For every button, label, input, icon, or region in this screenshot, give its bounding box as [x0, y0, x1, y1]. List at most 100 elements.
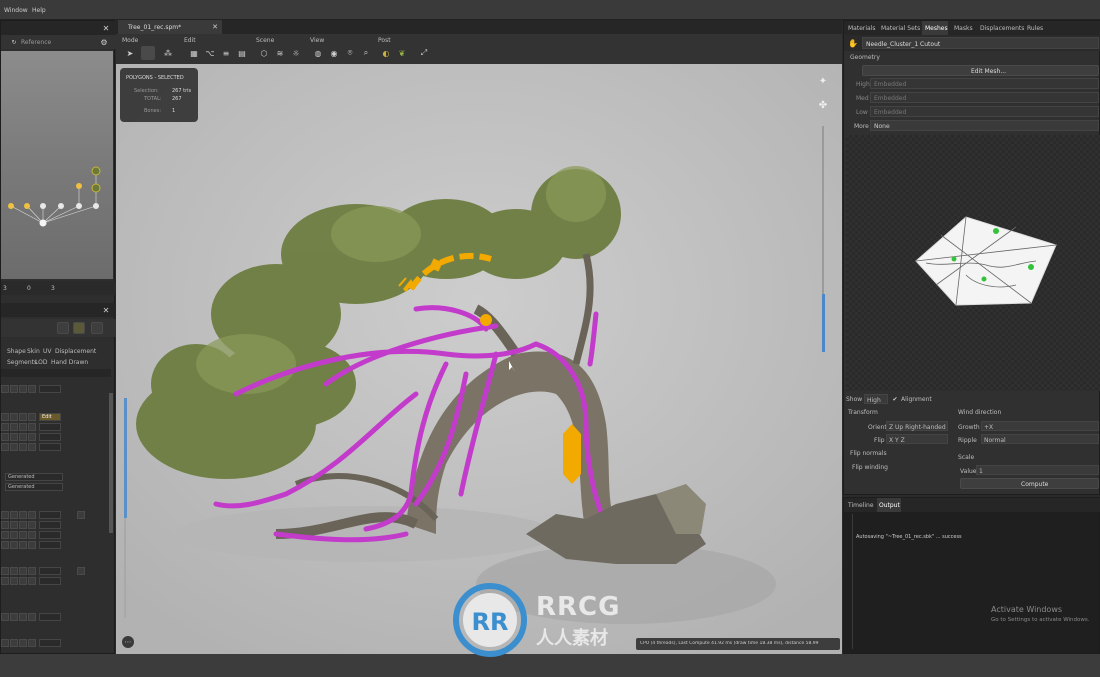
prop-cell[interactable]: [77, 567, 85, 575]
select-arrow-icon[interactable]: ➤: [124, 47, 136, 59]
material-icon[interactable]: ◐: [380, 47, 392, 59]
close-icon[interactable]: ✕: [210, 22, 220, 32]
prop-value[interactable]: [39, 531, 61, 539]
prop-value[interactable]: [39, 541, 61, 549]
orient-select[interactable]: Z Up Right-handed: [886, 421, 948, 431]
expand-icon[interactable]: ⤢: [418, 47, 430, 59]
prop-cell[interactable]: [1, 423, 9, 431]
prop-cell[interactable]: [28, 433, 36, 441]
prop-cell[interactable]: [10, 521, 18, 529]
tab-material-sets[interactable]: Material Sets: [881, 25, 920, 32]
prop-value[interactable]: [39, 423, 61, 431]
prop-cell[interactable]: [19, 423, 27, 431]
move-tool-button[interactable]: [141, 46, 155, 60]
close-icon[interactable]: ✕: [101, 305, 111, 315]
generator-graph[interactable]: [1, 51, 113, 279]
prop-cell[interactable]: [19, 521, 27, 529]
more-icon[interactable]: ⋯: [122, 636, 134, 648]
show-select[interactable]: High: [864, 394, 888, 404]
mode-button[interactable]: [73, 322, 85, 334]
prop-cell[interactable]: [10, 433, 18, 441]
light-direction-icon[interactable]: ✦: [816, 74, 830, 88]
list-icon[interactable]: ≡: [220, 47, 232, 59]
zoom-level-bar[interactable]: [822, 294, 825, 352]
tab-output[interactable]: Output: [879, 502, 900, 509]
3d-viewport[interactable]: POLYGONS - SELECTED Selection: 267 tris …: [116, 64, 842, 654]
lod-high-field[interactable]: Embedded: [870, 78, 1099, 89]
leaf-icon[interactable]: ❦: [396, 47, 408, 59]
wind-icon[interactable]: ≋: [274, 47, 286, 59]
eye-icon[interactable]: ◉: [328, 47, 340, 59]
edit-mesh-button[interactable]: Edit Mesh...: [862, 65, 1099, 76]
prop-cell[interactable]: [28, 413, 36, 421]
prop-cell[interactable]: [10, 613, 18, 621]
prop-cell[interactable]: [28, 541, 36, 549]
select-generated-1[interactable]: Generated: [5, 473, 63, 481]
ripple-select[interactable]: Normal: [981, 434, 1099, 444]
sphere-icon[interactable]: ◍: [312, 47, 324, 59]
tab-document[interactable]: Tree_01_rec.spm* ✕: [118, 20, 222, 34]
prop-value[interactable]: [39, 385, 61, 393]
prop-cell[interactable]: [28, 511, 36, 519]
tab-lod[interactable]: LOD: [35, 359, 47, 366]
prop-cell[interactable]: [10, 531, 18, 539]
prop-cell[interactable]: [19, 613, 27, 621]
prop-cell[interactable]: [1, 521, 9, 529]
table-icon[interactable]: ▤: [236, 47, 248, 59]
prop-cell[interactable]: [28, 613, 36, 621]
sun-icon[interactable]: ☼: [290, 47, 302, 59]
tab-shape[interactable]: Shape: [7, 348, 26, 355]
prop-cell[interactable]: [1, 639, 9, 647]
link-button[interactable]: [91, 322, 103, 334]
lod-low-field[interactable]: Embedded: [870, 106, 1099, 117]
prop-value[interactable]: [39, 567, 61, 575]
mesh-selector[interactable]: ✋ Needle_Cluster_1 Cutout: [844, 35, 1100, 51]
prop-cell[interactable]: [1, 613, 9, 621]
refresh-icon[interactable]: ↻: [9, 38, 19, 46]
prop-cell[interactable]: [19, 385, 27, 393]
tab-hand-drawn[interactable]: Hand Drawn: [51, 359, 88, 366]
prop-cell[interactable]: [10, 385, 18, 393]
tab-masks[interactable]: Masks: [954, 25, 973, 32]
close-icon[interactable]: ✕: [101, 23, 111, 33]
settings-icon[interactable]: ⚙: [99, 37, 109, 47]
prop-cell[interactable]: [10, 639, 18, 647]
checkbox-icon[interactable]: ✔: [891, 395, 899, 403]
prop-value[interactable]: [39, 639, 61, 647]
grid-icon[interactable]: ▦: [188, 47, 200, 59]
prop-cell[interactable]: [19, 577, 27, 585]
wind-fan-icon[interactable]: ✤: [816, 98, 830, 112]
select-generated-2[interactable]: Generated: [5, 483, 63, 491]
prop-cell[interactable]: [10, 413, 18, 421]
left-scrollbar[interactable]: [109, 393, 113, 533]
mesh-name-field[interactable]: Needle_Cluster_1 Cutout: [862, 37, 1099, 49]
growth-select[interactable]: +X: [981, 421, 1099, 431]
prop-cell[interactable]: [1, 577, 9, 585]
tab-skin[interactable]: Skin: [27, 348, 40, 355]
compute-button[interactable]: Compute: [960, 478, 1099, 489]
lod-med-field[interactable]: Embedded: [870, 92, 1099, 103]
scale-value-field[interactable]: 1: [976, 465, 1099, 475]
prop-cell[interactable]: [1, 433, 9, 441]
prop-cell[interactable]: [1, 541, 9, 549]
tab-displacement[interactable]: Displacement: [55, 348, 96, 355]
menu-window[interactable]: Window: [4, 7, 28, 14]
tab-displacements[interactable]: Displacements: [980, 25, 1024, 32]
prop-value[interactable]: [39, 613, 61, 621]
prop-cell[interactable]: [10, 567, 18, 575]
prop-value[interactable]: [39, 511, 61, 519]
prop-cell[interactable]: [19, 531, 27, 539]
prop-cell[interactable]: [28, 531, 36, 539]
branch-icon[interactable]: ⌥: [204, 47, 216, 59]
time-slider-fill[interactable]: [124, 398, 127, 518]
prop-cell[interactable]: [28, 567, 36, 575]
prop-cell[interactable]: [1, 385, 9, 393]
prop-cell[interactable]: [10, 511, 18, 519]
menu-help[interactable]: Help: [32, 7, 46, 14]
prop-cell[interactable]: [77, 511, 85, 519]
tab-meshes[interactable]: Meshes: [925, 25, 948, 32]
prop-cell[interactable]: [1, 413, 9, 421]
edit-tag[interactable]: Edit: [39, 413, 61, 421]
prop-cell[interactable]: [1, 511, 9, 519]
prop-cell[interactable]: [19, 433, 27, 441]
